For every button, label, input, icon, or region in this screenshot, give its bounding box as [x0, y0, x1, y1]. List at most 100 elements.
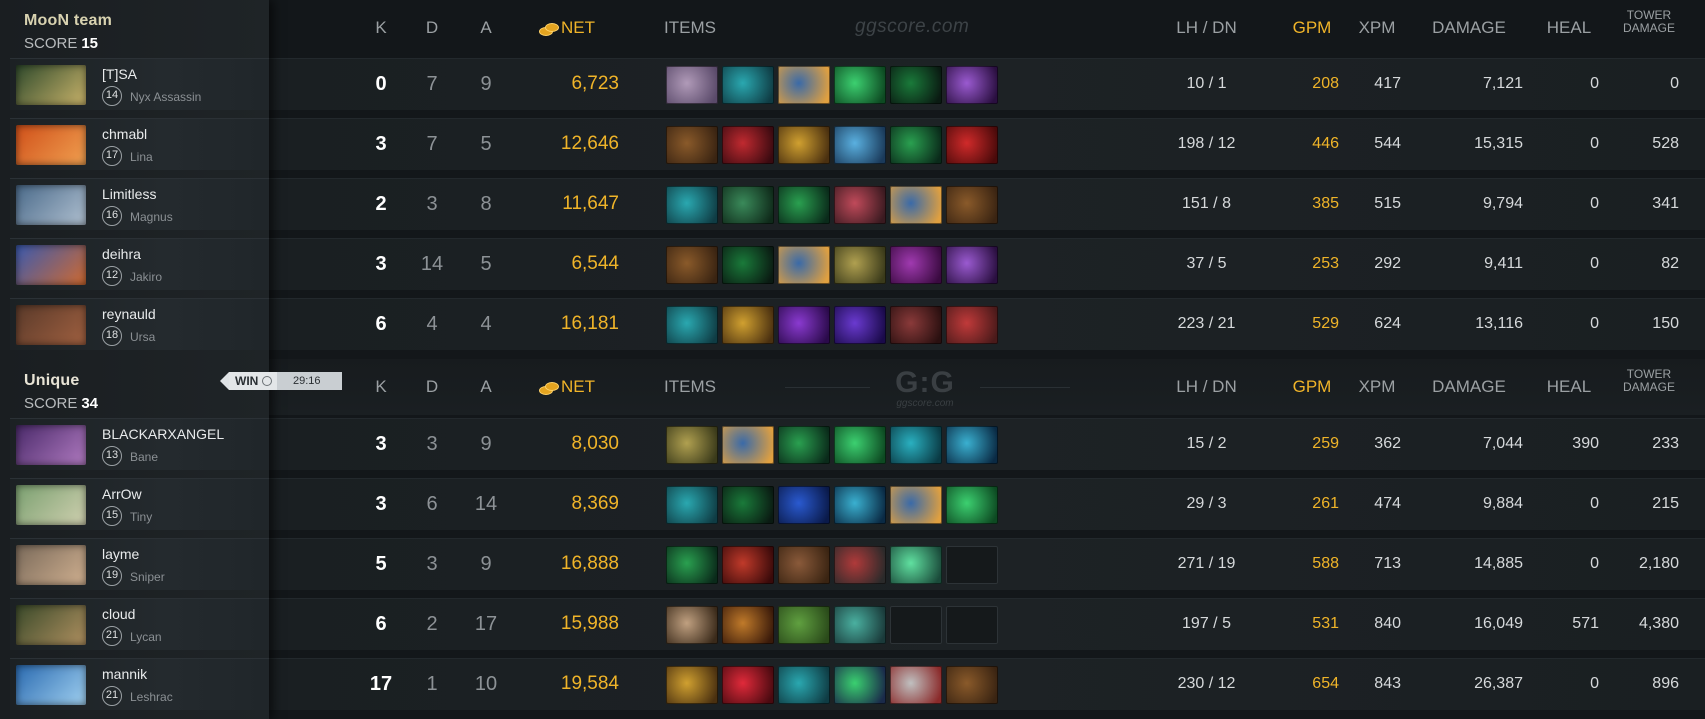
assists: 17 [474, 613, 498, 635]
player-name[interactable]: layme [102, 546, 139, 562]
item-slot[interactable] [666, 666, 718, 704]
item-slot[interactable] [722, 606, 774, 644]
player-card[interactable]: deihra 12 Jakiro [10, 238, 269, 290]
player-name[interactable]: deihra [102, 246, 141, 262]
player-card[interactable]: mannik 21 Leshrac [10, 658, 269, 710]
item-slot[interactable] [722, 666, 774, 704]
hero-portrait [16, 485, 86, 525]
item-slot[interactable] [946, 66, 998, 104]
item-slot[interactable] [778, 66, 830, 104]
xpm: 474 [1374, 495, 1401, 512]
item-slot[interactable] [778, 126, 830, 164]
match-duration: 29:16 [277, 372, 342, 390]
item-slot[interactable] [778, 486, 830, 524]
item-slot[interactable] [890, 546, 942, 584]
item-slot[interactable] [834, 306, 886, 344]
player-card[interactable]: Limitless 16 Magnus [10, 178, 269, 230]
item-slot[interactable] [722, 426, 774, 464]
item-slot[interactable] [946, 246, 998, 284]
hero-portrait [16, 185, 86, 225]
item-slot[interactable] [666, 186, 718, 224]
player-name[interactable]: chmabl [102, 126, 147, 142]
item-slot[interactable] [890, 66, 942, 104]
hero-damage: 16,049 [1474, 615, 1523, 632]
item-slot[interactable] [722, 126, 774, 164]
item-slot[interactable] [834, 246, 886, 284]
item-slot[interactable] [890, 426, 942, 464]
item-slot[interactable] [722, 306, 774, 344]
assists: 4 [480, 313, 492, 335]
item-slot[interactable] [946, 306, 998, 344]
player-card[interactable]: BLACKARXANGEL 13 Bane [10, 418, 269, 470]
item-slot[interactable] [890, 186, 942, 224]
player-name[interactable]: reynauld [102, 306, 156, 322]
player-name[interactable]: BLACKARXANGEL [102, 426, 224, 442]
item-slot[interactable] [946, 126, 998, 164]
gold-coin-icon [539, 382, 559, 396]
item-slot[interactable] [834, 546, 886, 584]
item-slot[interactable] [778, 246, 830, 284]
item-slot[interactable] [834, 606, 886, 644]
item-slot[interactable] [890, 126, 942, 164]
item-slot[interactable] [722, 246, 774, 284]
item-slot[interactable] [946, 486, 998, 524]
item-slot[interactable] [722, 186, 774, 224]
hero-name: Lina [130, 150, 153, 164]
item-slot[interactable] [722, 486, 774, 524]
player-name[interactable]: mannik [102, 666, 147, 682]
deaths: 7 [426, 133, 438, 155]
item-slot[interactable] [666, 66, 718, 104]
item-slot[interactable] [946, 186, 998, 224]
item-slot[interactable] [666, 606, 718, 644]
hero-healing: 0 [1590, 195, 1599, 212]
item-slot[interactable] [834, 426, 886, 464]
item-slot[interactable] [722, 546, 774, 584]
item-slot[interactable] [666, 306, 718, 344]
player-name[interactable]: cloud [102, 606, 135, 622]
header-tower-damage: TOWER DAMAGE [1622, 367, 1675, 394]
item-slot[interactable] [778, 606, 830, 644]
item-slot[interactable] [778, 306, 830, 344]
item-slot[interactable] [666, 426, 718, 464]
header-tower-damage: TOWER DAMAGE [1622, 8, 1675, 35]
item-slot[interactable] [778, 426, 830, 464]
hero-portrait [16, 605, 86, 645]
player-stats-row: 3 6 14 8,369 29 / 3 261 474 9,884 0 215 [269, 478, 1705, 530]
player-card[interactable]: chmabl 17 Lina [10, 118, 269, 170]
item-slot[interactable] [834, 666, 886, 704]
player-name[interactable]: Limitless [102, 186, 156, 202]
item-slot[interactable] [834, 186, 886, 224]
kills: 5 [375, 553, 387, 575]
player-stats-row: 3 14 5 6,544 37 / 5 253 292 9,411 0 82 [269, 238, 1705, 290]
item-slot[interactable] [890, 306, 942, 344]
item-slot[interactable] [666, 246, 718, 284]
item-slot[interactable] [666, 486, 718, 524]
player-card[interactable]: reynauld 18 Ursa [10, 298, 269, 350]
last-hits-denies: 223 / 21 [1177, 315, 1236, 332]
gpm: 654 [1312, 675, 1339, 692]
item-slot[interactable] [890, 666, 942, 704]
item-slot[interactable] [890, 486, 942, 524]
net-worth: 19,584 [560, 673, 619, 694]
item-slot[interactable] [722, 66, 774, 104]
player-name[interactable]: [T]SA [102, 66, 137, 82]
item-slot[interactable] [890, 246, 942, 284]
item-slot[interactable] [778, 186, 830, 224]
item-slot[interactable] [834, 486, 886, 524]
xpm: 362 [1374, 435, 1401, 452]
header-k: K [375, 18, 387, 37]
item-slot[interactable] [778, 546, 830, 584]
player-card[interactable]: [T]SA 14 Nyx Assassin [10, 58, 269, 110]
item-slot[interactable] [666, 126, 718, 164]
player-card[interactable]: ArrOw 15 Tiny [10, 478, 269, 530]
item-slot[interactable] [666, 546, 718, 584]
player-card[interactable]: cloud 21 Lycan [10, 598, 269, 650]
item-slot[interactable] [946, 426, 998, 464]
item-slot[interactable] [778, 666, 830, 704]
item-slot[interactable] [946, 666, 998, 704]
player-card[interactable]: layme 19 Sniper [10, 538, 269, 590]
item-slot[interactable] [834, 126, 886, 164]
item-slot[interactable] [834, 66, 886, 104]
net-worth: 6,544 [571, 253, 619, 274]
player-name[interactable]: ArrOw [102, 486, 142, 502]
